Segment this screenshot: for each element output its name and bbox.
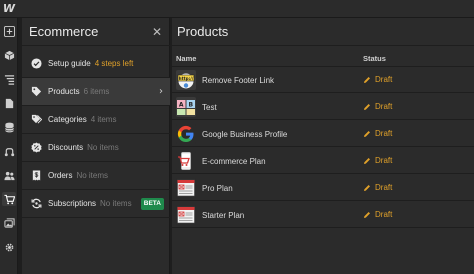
check-circle-icon <box>31 58 42 69</box>
product-name[interactable]: Starter Plan <box>202 211 244 220</box>
svg-text:B: B <box>189 102 194 109</box>
products-panel-title: Products <box>177 24 229 39</box>
column-header-status[interactable]: Status <box>363 54 386 63</box>
left-toolbar <box>0 18 18 274</box>
nav-meta: No items <box>100 199 132 208</box>
ecommerce-panel-title: Ecommerce <box>29 24 99 39</box>
assets-icon[interactable] <box>2 216 16 230</box>
svg-text:http://: http:// <box>179 76 194 81</box>
nav-label: Orders <box>48 171 73 180</box>
cart-thumbnail <box>176 151 196 171</box>
pencil-icon <box>364 211 370 218</box>
products-panel: Products Name Status http:// Remove Foot… <box>172 18 474 274</box>
table-row[interactable]: Google Business Profile Draft <box>172 121 474 147</box>
table-row[interactable]: AB Test Draft <box>172 94 474 120</box>
products-panel-header: Products <box>172 18 474 46</box>
nav-meta: 6 items <box>83 87 110 96</box>
status-badge[interactable]: Draft <box>363 75 392 84</box>
status-badge[interactable]: Draft <box>363 156 392 165</box>
receipt-icon <box>31 170 42 181</box>
nav-categories[interactable]: Categories 4 items <box>22 106 170 134</box>
http-thumbnail: http:// <box>176 70 196 90</box>
table-row[interactable]: http:// Remove Footer Link Draft <box>172 67 474 93</box>
nav-products[interactable]: Products 6 items › <box>22 78 170 106</box>
webflow-logo[interactable]: W <box>2 2 16 16</box>
settings-icon[interactable] <box>2 240 16 254</box>
nav-meta: 4 steps left <box>94 59 134 68</box>
status-label: Draft <box>375 75 393 84</box>
pencil-icon <box>364 184 370 191</box>
nav-setup-guide[interactable]: Setup guide 4 steps left <box>22 50 170 78</box>
nav-subscriptions[interactable]: Subscriptions No items BETA <box>22 190 170 218</box>
ecommerce-panel-header: Ecommerce ✕ <box>22 18 170 46</box>
table-row[interactable]: E-commerce Plan Draft <box>172 148 474 174</box>
tag-icon <box>31 86 42 97</box>
status-label: Draft <box>375 102 393 111</box>
product-name[interactable]: Remove Footer Link <box>202 76 274 85</box>
pencil-icon <box>364 130 370 137</box>
status-badge[interactable]: Draft <box>363 210 392 219</box>
status-badge[interactable]: Draft <box>363 183 392 192</box>
table-row[interactable]: Starter Plan Draft <box>172 202 474 228</box>
nav-meta: No items <box>76 171 109 180</box>
nav-discounts[interactable]: Discounts No items <box>22 134 170 162</box>
product-name[interactable]: Google Business Profile <box>202 130 287 139</box>
logic-icon[interactable] <box>2 144 16 158</box>
nav-label: Products <box>48 87 80 96</box>
tags-icon <box>31 114 42 125</box>
close-icon[interactable]: ✕ <box>152 25 162 39</box>
status-badge[interactable]: Draft <box>363 129 392 138</box>
plan-thumbnail <box>176 178 196 198</box>
ab-thumbnail: AB <box>176 97 196 117</box>
product-name[interactable]: Pro Plan <box>202 184 233 193</box>
pencil-icon <box>364 103 370 110</box>
plan-thumbnail <box>176 205 196 225</box>
box-icon[interactable] <box>2 48 16 62</box>
nav-meta: No items <box>87 143 119 152</box>
users-icon[interactable] <box>2 168 16 182</box>
column-header-name[interactable]: Name <box>176 54 196 63</box>
page-icon[interactable] <box>2 96 16 110</box>
product-name[interactable]: E-commerce Plan <box>202 157 266 166</box>
navigator-icon[interactable] <box>2 72 16 86</box>
cart-icon[interactable] <box>2 192 16 206</box>
discount-icon <box>31 142 42 153</box>
nav-label: Subscriptions <box>48 199 97 208</box>
svg-text:A: A <box>179 102 184 109</box>
nav-label: Categories <box>48 115 87 124</box>
database-icon[interactable] <box>2 120 16 134</box>
nav-meta: 4 items <box>90 115 117 124</box>
chevron-right-icon: › <box>159 86 163 97</box>
status-label: Draft <box>375 183 393 192</box>
add-icon[interactable] <box>2 24 16 38</box>
top-bar: W <box>0 0 474 18</box>
table-row[interactable]: Pro Plan Draft <box>172 175 474 201</box>
pencil-icon <box>364 76 370 83</box>
nav-orders[interactable]: Orders No items <box>22 162 170 190</box>
pencil-icon <box>364 157 370 164</box>
nav-label: Discounts <box>48 143 84 152</box>
status-label: Draft <box>375 210 393 219</box>
subscription-icon <box>31 198 42 209</box>
google-thumbnail <box>176 124 196 144</box>
beta-badge: BETA <box>140 198 164 210</box>
status-label: Draft <box>375 129 393 138</box>
status-label: Draft <box>375 156 393 165</box>
status-badge[interactable]: Draft <box>363 102 392 111</box>
nav-label: Setup guide <box>48 59 91 68</box>
ecommerce-panel: Ecommerce ✕ Setup guide 4 steps left Pro… <box>22 18 170 274</box>
product-name[interactable]: Test <box>202 103 217 112</box>
